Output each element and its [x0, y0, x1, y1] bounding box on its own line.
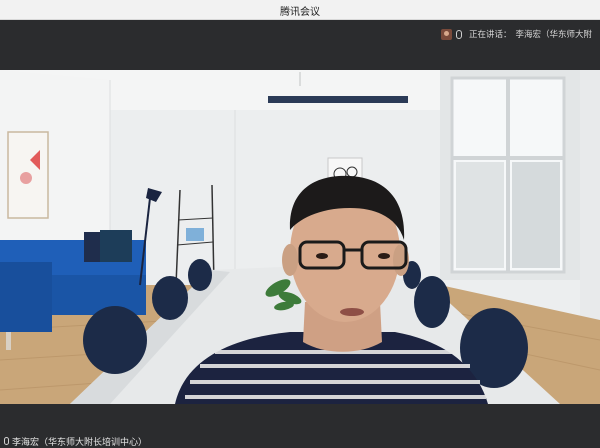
avatar-icon [440, 28, 452, 40]
video-frame [0, 70, 600, 404]
meeting-bottom-bar: 李海宏（华东师大附长培训中心） [0, 404, 600, 448]
participant-name: 李海宏（华东师大附长培训中心） [12, 437, 148, 448]
speaking-label: 正在讲话： [468, 30, 512, 40]
window-titlebar: 腾讯会议 [0, 0, 600, 20]
participant-video[interactable] [0, 70, 600, 404]
mic-icon [4, 437, 9, 445]
participant-name-tag: 李海宏（华东师大附长培训中心） [4, 434, 147, 448]
speaking-indicator: 正在讲话： 李海宏（华东师大附 [440, 27, 592, 41]
speaking-name: 李海宏（华东师大附 [515, 30, 592, 40]
window-title: 腾讯会议 [280, 7, 320, 18]
mic-icon [455, 29, 462, 39]
meeting-top-bar: 正在讲话： 李海宏（华东师大附 [0, 20, 600, 70]
